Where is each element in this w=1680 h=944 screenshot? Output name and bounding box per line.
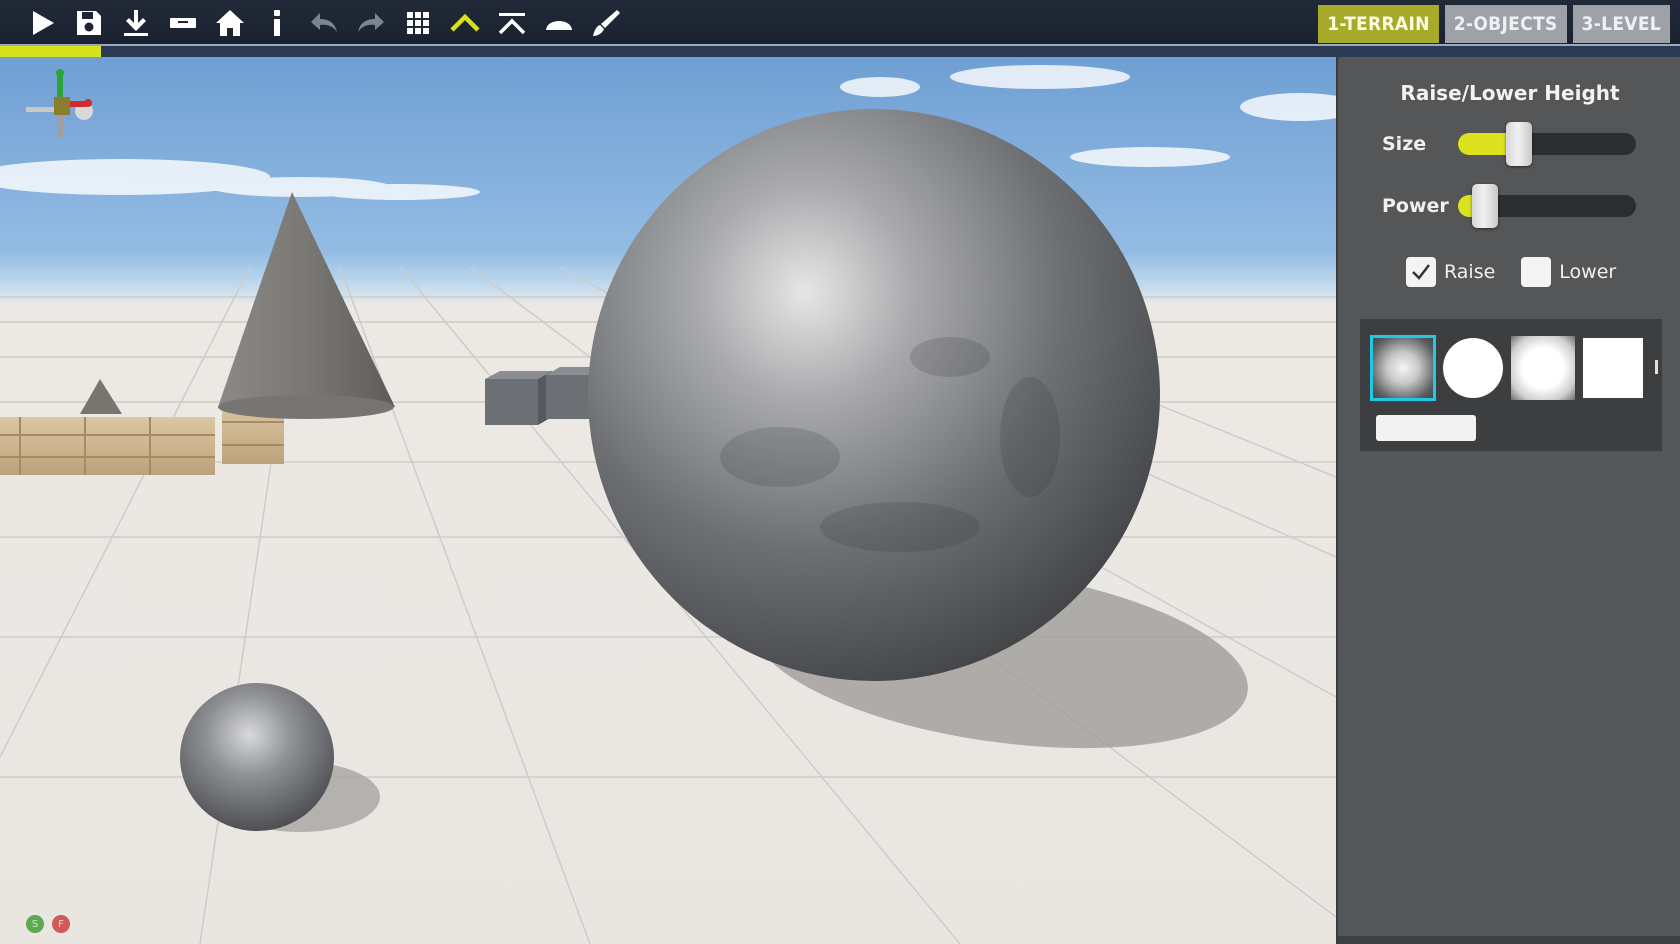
brush-soft-round[interactable] xyxy=(1370,335,1436,401)
download-icon xyxy=(123,9,148,36)
paint-brush-icon xyxy=(592,9,620,36)
brush-selector xyxy=(1360,319,1662,451)
smooth-terrain-button[interactable] xyxy=(535,0,582,45)
lower-option[interactable]: Lower xyxy=(1521,257,1616,287)
home-button[interactable] xyxy=(206,0,253,45)
info-icon xyxy=(273,9,280,36)
brush-hard-square[interactable] xyxy=(1581,336,1645,400)
download-button[interactable] xyxy=(112,0,159,45)
play-icon xyxy=(32,10,54,35)
keyboard-icon xyxy=(169,17,196,28)
paint-brush-button[interactable] xyxy=(582,0,629,45)
keyboard-button[interactable] xyxy=(159,0,206,45)
raise-option[interactable]: Raise xyxy=(1406,257,1495,287)
lower-label: Lower xyxy=(1559,261,1617,283)
tab-level[interactable]: 3-LEVEL xyxy=(1572,5,1670,43)
info-button[interactable] xyxy=(253,0,300,45)
size-slider-handle[interactable] xyxy=(1505,122,1532,166)
lower-checkbox[interactable] xyxy=(1521,257,1552,287)
panel-bottom-strip xyxy=(1338,936,1680,944)
grid-button[interactable] xyxy=(394,0,441,45)
top-toolbar: 1-TERRAIN 2-OBJECTS 3-LEVEL xyxy=(0,0,1680,45)
power-row: Power xyxy=(1382,184,1636,228)
raise-terrain-icon xyxy=(449,13,480,32)
raise-lower-options: Raise Lower xyxy=(1406,257,1616,287)
redo-button[interactable] xyxy=(347,0,394,45)
axis-gizmo[interactable] xyxy=(24,67,100,149)
panel-title: Raise/Lower Height xyxy=(1400,81,1620,105)
flatten-terrain-button[interactable] xyxy=(488,0,535,45)
tab-objects[interactable]: 2-OBJECTS xyxy=(1444,5,1567,43)
scene-render xyxy=(0,65,1336,944)
grid-icon xyxy=(406,11,429,34)
redo-icon xyxy=(357,12,384,32)
play-button[interactable] xyxy=(18,0,65,45)
raise-label: Raise xyxy=(1444,261,1496,283)
raise-checkbox[interactable] xyxy=(1406,257,1436,287)
brush-list xyxy=(1370,335,1665,401)
save-button[interactable] xyxy=(65,0,112,45)
power-slider-handle[interactable] xyxy=(1471,184,1498,228)
tab-terrain[interactable]: 1-TERRAIN xyxy=(1318,5,1439,43)
progress-bar xyxy=(0,44,1680,57)
save-icon xyxy=(76,10,101,35)
scene-viewport[interactable]: S F xyxy=(0,57,1336,944)
raise-terrain-button[interactable] xyxy=(441,0,488,45)
brush-hard-round[interactable] xyxy=(1441,336,1505,400)
power-label: Power xyxy=(1382,195,1449,217)
size-slider[interactable] xyxy=(1458,122,1636,166)
mode-tabs: 1-TERRAIN 2-OBJECTS 3-LEVEL xyxy=(1318,5,1670,43)
brush-blurred-square[interactable] xyxy=(1511,336,1575,400)
brush-more-indicator[interactable] xyxy=(1651,336,1665,400)
smooth-terrain-icon xyxy=(545,20,572,30)
size-row: Size xyxy=(1382,122,1636,166)
home-icon xyxy=(215,9,244,36)
status-dot-f[interactable]: F xyxy=(52,915,70,933)
flatten-terrain-icon xyxy=(498,12,525,34)
terrain-tool-panel: Raise/Lower Height Size Power Raise Lowe… xyxy=(1336,57,1680,944)
undo-icon xyxy=(310,12,337,32)
size-label: Size xyxy=(1382,133,1427,155)
power-slider[interactable] xyxy=(1458,184,1636,228)
status-dot-s[interactable]: S xyxy=(26,915,44,933)
brush-scrollbar[interactable] xyxy=(1376,415,1476,441)
status-indicators: S F xyxy=(26,915,70,933)
progress-divider xyxy=(0,44,1680,46)
undo-button[interactable] xyxy=(300,0,347,45)
checkmark-icon xyxy=(1412,264,1430,280)
